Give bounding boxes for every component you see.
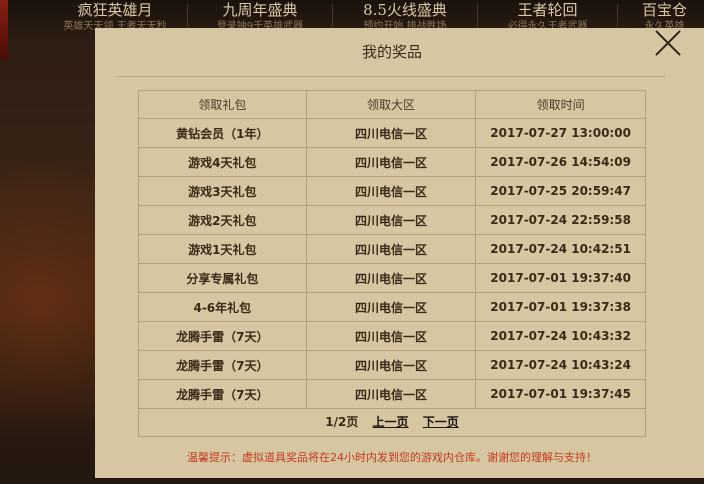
cell-region: 四川电信一区 (305, 292, 477, 322)
table-row: 龙腾手雷（7天） 四川电信一区 2017-07-24 10:43:32 (138, 321, 646, 351)
cell-package: 4-6年礼包 (138, 292, 307, 322)
cell-package: 分享专属礼包 (138, 263, 307, 293)
cell-package: 游戏3天礼包 (138, 176, 307, 206)
table-row: 龙腾手雷（7天） 四川电信一区 2017-07-01 19:37:45 (138, 379, 646, 409)
header-region: 领取大区 (305, 90, 477, 119)
pagination: 1/2页 上一页 下一页 (138, 408, 646, 437)
cell-region: 四川电信一区 (305, 176, 477, 206)
cell-time: 2017-07-24 10:43:24 (475, 350, 646, 380)
cell-time: 2017-07-24 22:59:58 (475, 205, 646, 235)
nav-title: 王者轮回 (517, 1, 578, 19)
cell-package: 龙腾手雷（7天） (138, 379, 307, 409)
table-row: 分享专属礼包 四川电信一区 2017-07-01 19:37:40 (138, 263, 646, 293)
table-header-row: 领取礼包 领取大区 领取时间 (138, 90, 646, 119)
cell-time: 2017-07-24 10:42:51 (475, 234, 646, 264)
cell-package: 龙腾手雷（7天） (138, 350, 307, 380)
nav-title: 8.5火线盛典 (363, 1, 447, 19)
cell-package: 游戏1天礼包 (138, 234, 307, 264)
cell-time: 2017-07-27 13:00:00 (475, 118, 646, 148)
cell-time: 2017-07-25 20:59:47 (475, 176, 646, 206)
cell-region: 四川电信一区 (305, 147, 477, 177)
prize-dialog: 我的奖品 领取礼包 领取大区 领取时间 黄钻会员（1年） 四川电信一区 2017… (95, 28, 704, 478)
table-row: 黄钻会员（1年） 四川电信一区 2017-07-27 13:00:00 (138, 118, 646, 148)
cell-time: 2017-07-01 19:37:45 (475, 379, 646, 409)
cell-time: 2017-07-01 19:37:38 (475, 292, 646, 322)
prize-table: 领取礼包 领取大区 领取时间 黄钻会员（1年） 四川电信一区 2017-07-2… (138, 90, 646, 409)
cell-region: 四川电信一区 (305, 321, 477, 351)
cell-region: 四川电信一区 (305, 379, 477, 409)
nav-title: 九周年盛典 (222, 1, 298, 19)
cell-time: 2017-07-24 10:43:32 (475, 321, 646, 351)
next-page-link[interactable]: 下一页 (423, 415, 459, 429)
cell-package: 游戏2天礼包 (138, 205, 307, 235)
nav-title: 百宝仓 (641, 1, 687, 19)
cell-time: 2017-07-26 14:54:09 (475, 147, 646, 177)
title-divider (117, 76, 665, 77)
table-row: 游戏3天礼包 四川电信一区 2017-07-25 20:59:47 (138, 176, 646, 206)
warm-tip: 温馨提示：虚拟道具奖品将在24小时内发到您的游戏内仓库。谢谢您的理解与支持！ (187, 451, 597, 464)
cell-package: 游戏4天礼包 (138, 147, 307, 177)
table-row: 游戏1天礼包 四川电信一区 2017-07-24 10:42:51 (138, 234, 646, 264)
cell-region: 四川电信一区 (305, 234, 477, 264)
cell-package: 龙腾手雷（7天） (138, 321, 307, 351)
nav-accent (0, 0, 8, 60)
cell-region: 四川电信一区 (305, 350, 477, 380)
dialog-title: 我的奖品 (361, 43, 422, 61)
header-time: 领取时间 (475, 90, 646, 119)
table-row: 4-6年礼包 四川电信一区 2017-07-01 19:37:38 (138, 292, 646, 322)
cell-region: 四川电信一区 (305, 263, 477, 293)
table-row: 游戏4天礼包 四川电信一区 2017-07-26 14:54:09 (138, 147, 646, 177)
cell-package: 黄钻会员（1年） (138, 118, 307, 148)
nav-title: 疯狂英雄月 (77, 1, 153, 19)
table-row: 龙腾手雷（7天） 四川电信一区 2017-07-24 10:43:24 (138, 350, 646, 380)
prev-page-link[interactable]: 上一页 (373, 415, 409, 429)
table-row: 游戏2天礼包 四川电信一区 2017-07-24 22:59:58 (138, 205, 646, 235)
page-indicator: 1/2页 (325, 415, 359, 429)
header-package: 领取礼包 (138, 90, 307, 119)
close-icon[interactable] (654, 29, 682, 57)
cell-time: 2017-07-01 19:37:40 (475, 263, 646, 293)
cell-region: 四川电信一区 (305, 205, 477, 235)
cell-region: 四川电信一区 (305, 118, 477, 148)
